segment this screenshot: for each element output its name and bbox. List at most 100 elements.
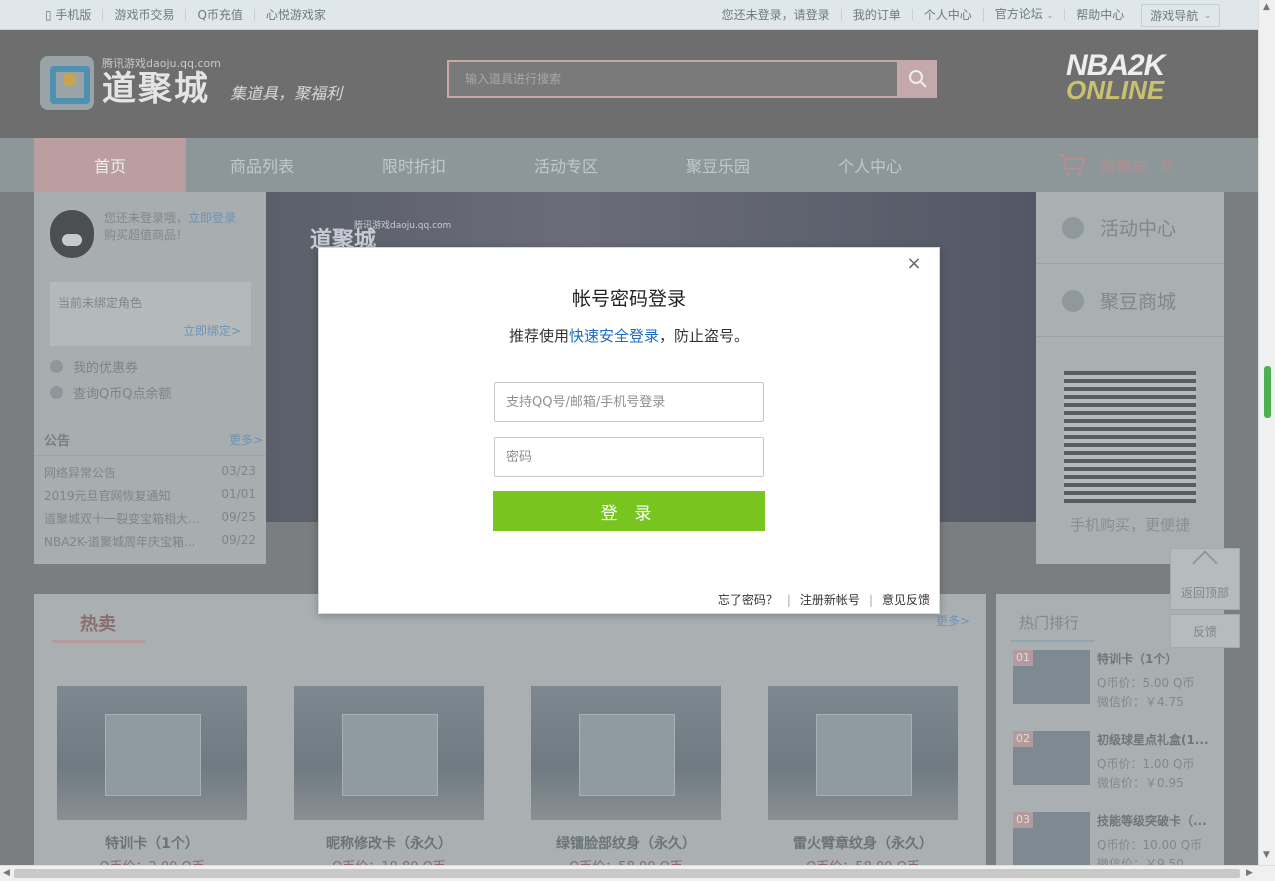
nav-personal-center[interactable]: 个人中心 xyxy=(794,138,946,192)
ranking-wx-price: 微信价：￥4.75 xyxy=(1097,695,1184,709)
product-name[interactable]: 特训卡（1个） xyxy=(57,833,247,853)
game-logo[interactable]: NBA2K ONLINE xyxy=(1066,51,1200,106)
bean-mall-link[interactable]: 聚豆商城 xyxy=(1036,265,1224,337)
scrollbar-thumb[interactable] xyxy=(1264,366,1271,418)
nav-product-list[interactable]: 商品列表 xyxy=(186,138,338,192)
bind-role-link[interactable]: 立即绑定> xyxy=(183,322,241,339)
search-input[interactable] xyxy=(447,60,899,98)
scroll-right-arrow-icon[interactable]: ▶ xyxy=(1246,868,1253,878)
flame-icon xyxy=(1062,216,1084,239)
yen-icon xyxy=(50,386,63,399)
ticket-icon xyxy=(50,360,63,373)
chevron-down-icon: ⌄ xyxy=(1204,10,1211,20)
back-to-top-button[interactable]: 返回顶部 xyxy=(1170,548,1240,610)
ranking-qb-price: Q币价：10.00 Q币 xyxy=(1097,838,1203,852)
chevron-down-icon: ⌄ xyxy=(1046,11,1054,20)
password-input[interactable] xyxy=(494,437,764,477)
ranking-qb-price: Q币价：1.00 Q币 xyxy=(1097,757,1195,771)
cart-button[interactable]: 购物车 0 xyxy=(1058,138,1172,192)
account-input[interactable] xyxy=(494,382,764,422)
login-link[interactable]: 立即登录 xyxy=(188,211,236,225)
nav-discounts[interactable]: 限时折扣 xyxy=(338,138,490,192)
vertical-scrollbar[interactable]: ▲ ▼ xyxy=(1258,0,1275,865)
search-bar xyxy=(447,60,937,98)
activity-center-link[interactable]: 活动中心 xyxy=(1036,192,1224,264)
login-prompt-link[interactable]: 您还未登录，请登录 xyxy=(711,9,841,21)
qq-avatar xyxy=(50,210,94,258)
chevron-up-icon xyxy=(1192,550,1218,576)
role-bind-box: 当前未绑定角色 立即绑定> xyxy=(50,282,251,346)
ranking-name: 特训卡（1个） xyxy=(1097,652,1178,666)
ranking-wx-price: 微信价：￥0.95 xyxy=(1097,776,1184,790)
ranking-qb-price: Q币价：5.00 Q币 xyxy=(1097,676,1195,690)
product-image[interactable] xyxy=(768,686,958,820)
login-tip: 您还未登录哦，立即登录 购买超值商品！ xyxy=(104,211,237,242)
coupon-link[interactable]: 我的优惠券 xyxy=(50,357,138,376)
ranking-item[interactable]: 03 技能等级突破卡（... Q币价：10.00 Q币 微信价：￥9.50 xyxy=(1013,812,1219,872)
ranking-title: 热门排行 xyxy=(1019,614,1080,632)
feedback-button[interactable]: 反馈 xyxy=(1170,614,1240,648)
logo-title: 道聚城 xyxy=(102,69,210,109)
close-button[interactable]: × xyxy=(890,248,938,278)
xinyue-link[interactable]: 心悦游戏家 xyxy=(253,9,337,21)
nav-activities[interactable]: 活动专区 xyxy=(490,138,642,192)
hot-title: 热卖 xyxy=(80,614,116,635)
currency-trade-link[interactable]: 游戏币交易 xyxy=(102,9,185,21)
ranking-name: 初级球星点礼盒(1... xyxy=(1097,733,1209,747)
main-nav: 首页 商品列表 限时折扣 活动专区 聚豆乐园 个人中心 购物车 0 xyxy=(0,138,1258,192)
product-image[interactable] xyxy=(294,686,484,820)
close-icon: × xyxy=(906,252,922,274)
divider: | xyxy=(868,592,873,607)
balance-link[interactable]: 查询Q币Q点余额 xyxy=(50,383,171,402)
scroll-down-arrow-icon[interactable]: ▼ xyxy=(1263,850,1270,860)
mobile-link[interactable]: ▯ 手机版 xyxy=(34,9,102,21)
scroll-up-arrow-icon[interactable]: ▲ xyxy=(1263,2,1270,12)
nav-home[interactable]: 首页 xyxy=(34,138,186,192)
notice-item[interactable]: 网络异常公告 03/23 xyxy=(44,464,256,481)
product-image[interactable] xyxy=(57,686,247,820)
qcoin-recharge-link[interactable]: Q币充值 xyxy=(185,9,253,21)
search-button[interactable] xyxy=(899,60,937,98)
forgot-password-link[interactable]: 忘了密码？ xyxy=(718,591,778,608)
notice-more-link[interactable]: 更多> xyxy=(229,431,263,448)
hot-more-link[interactable]: 更多> xyxy=(936,612,970,629)
notice-item[interactable]: NBA2K-道聚城周年庆宝箱... 09/22 xyxy=(44,533,256,550)
rank-number: 02 xyxy=(1013,731,1033,747)
dialog-footer-links: 忘了密码？ | 注册新帐号 | 意见反馈 xyxy=(718,591,930,608)
personal-center-link[interactable]: 个人中心 xyxy=(911,9,983,21)
my-orders-link[interactable]: 我的订单 xyxy=(840,9,912,21)
login-button[interactable]: 登 录 xyxy=(493,491,765,531)
cart-logo-icon xyxy=(40,56,94,110)
quick-login-link[interactable]: 快速安全登录 xyxy=(569,327,659,345)
product-image[interactable] xyxy=(531,686,721,820)
scrollbar-thumb[interactable] xyxy=(14,869,1240,878)
hot-underline xyxy=(52,640,145,643)
product-name[interactable]: 昵称修改卡（永久） xyxy=(294,833,484,853)
help-center-link[interactable]: 帮助中心 xyxy=(1064,9,1135,21)
ranking-item[interactable]: 02 初级球星点礼盒(1... Q币价：1.00 Q币 微信价：￥0.95 xyxy=(1013,731,1219,791)
register-link[interactable]: 注册新帐号 xyxy=(800,591,860,608)
rank-number: 03 xyxy=(1013,812,1033,828)
notice-heading: 公告 xyxy=(44,434,71,449)
notice-item[interactable]: 2019元旦官网恢复通知 01/01 xyxy=(44,487,256,504)
nav-bean-park[interactable]: 聚豆乐园 xyxy=(642,138,794,192)
site-logo[interactable]: 腾讯游戏daoju.qq.com 道聚城 xyxy=(40,56,221,110)
horizontal-scrollbar[interactable]: ◀ ▶ xyxy=(0,865,1275,881)
top-right-links: 您还未登录，请登录 我的订单 个人中心 官方论坛 ⌄ 帮助中心 游戏导航 ⌄ xyxy=(711,0,1220,30)
slogan: 集道具，聚福利 xyxy=(230,84,343,103)
qr-code xyxy=(1064,371,1196,503)
divider xyxy=(34,455,266,456)
notice-item[interactable]: 道聚城双十一裂变宝箱相大... 09/25 xyxy=(44,510,256,527)
scroll-left-arrow-icon[interactable]: ◀ xyxy=(3,868,10,878)
top-utility-bar: ▯ 手机版 游戏币交易 Q币充值 心悦游戏家 您还未登录，请登录 我的订单 个人… xyxy=(0,0,1258,30)
product-name[interactable]: 绿镭脸部纹身（永久） xyxy=(531,833,721,853)
cart-count: 0 xyxy=(1162,155,1173,175)
qr-caption: 手机购买，更便捷 xyxy=(1069,516,1190,534)
ranking-item[interactable]: 01 特训卡（1个） Q币价：5.00 Q币 微信价：￥4.75 xyxy=(1013,650,1219,710)
game-nav-dropdown[interactable]: 游戏导航 ⌄ xyxy=(1141,3,1220,27)
dialog-subtitle: 推荐使用快速安全登录，防止盗号。 xyxy=(508,327,750,345)
ranking-underline xyxy=(1011,640,1095,642)
forum-link[interactable]: 官方论坛 ⌄ xyxy=(982,8,1065,22)
product-name[interactable]: 雷火臂章纹身（永久） xyxy=(768,833,958,853)
feedback-link[interactable]: 意见反馈 xyxy=(882,591,930,608)
